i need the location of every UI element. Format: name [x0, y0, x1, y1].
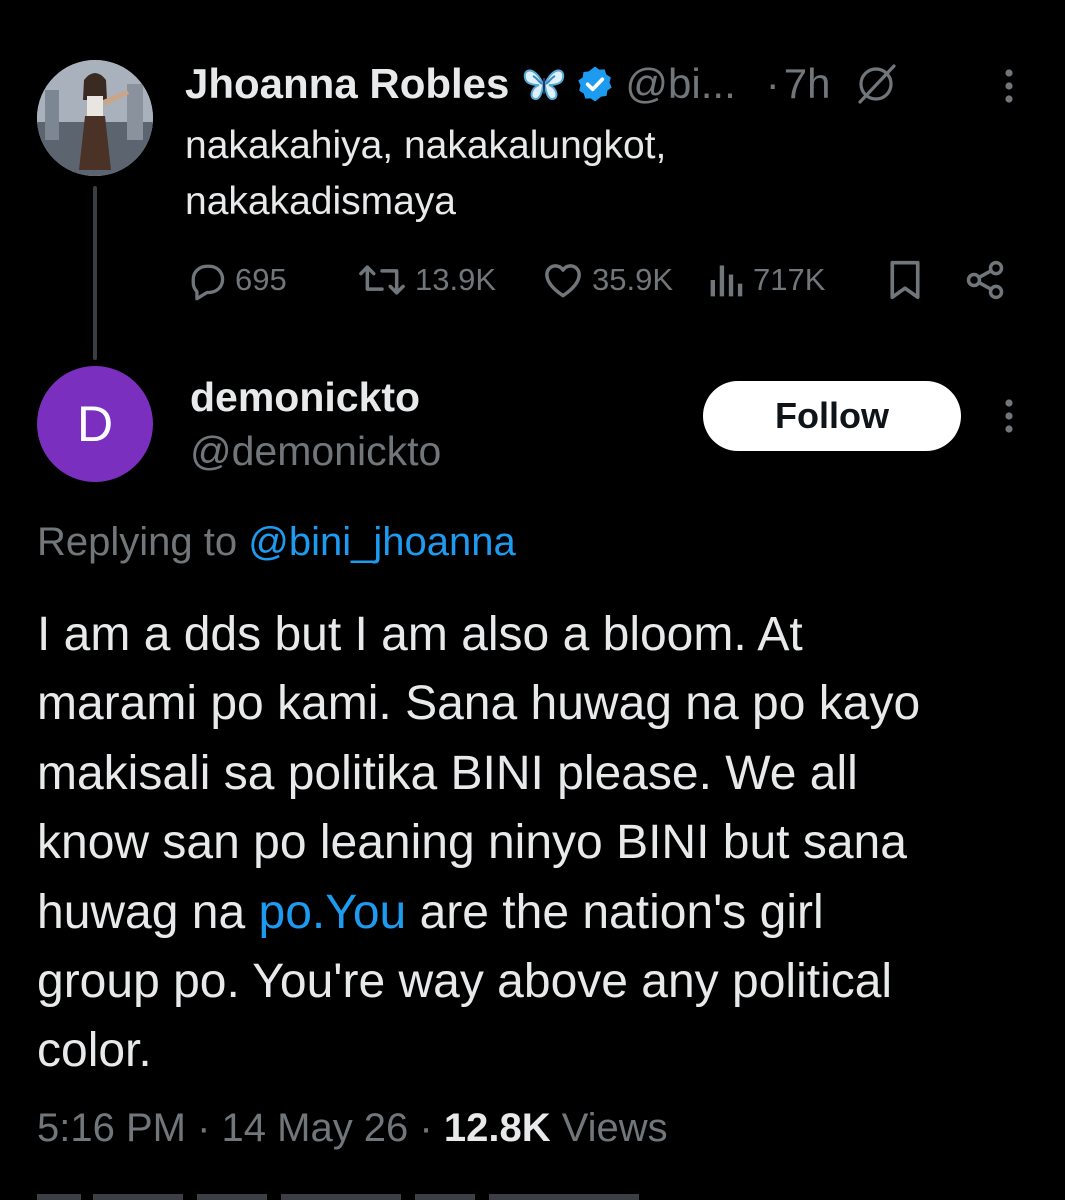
share-icon [966, 260, 1004, 300]
parent-tweet-text: nakakahiya, nakakalungkot, nakakadismaya [185, 118, 945, 230]
verified-badge-icon [578, 66, 613, 102]
reply-count: 695 [235, 262, 287, 297]
parent-avatar[interactable] [37, 60, 153, 176]
reply-text-fragment: huwag na [37, 885, 259, 939]
reply-text-line: marami po kami. Sana huwag na po kayo [37, 677, 921, 731]
bookmark-icon [890, 260, 920, 300]
meta-separator: · [185, 1106, 222, 1150]
reply-text-line: color. [37, 1024, 152, 1078]
action-bar: 695 13.9K 35.9K 717K [185, 252, 1015, 308]
reply-text-line: group po. You're way above any political [37, 955, 893, 1009]
reply-button[interactable]: 695 [185, 252, 287, 308]
reply-text-fragment: are the nation's girl [406, 885, 824, 939]
reply-text-line: know san po leaning ninyo BINI but sana [37, 816, 907, 870]
share-button[interactable] [963, 252, 1013, 308]
parent-timestamp[interactable]: 7h [784, 60, 831, 108]
heart-icon [545, 264, 581, 298]
views-button[interactable]: 717K [707, 252, 825, 308]
reply-tweet-text: I am a dds but I am also a bloom. At mar… [37, 600, 1037, 1086]
views-count: 717K [753, 262, 826, 297]
views-chart-icon [710, 265, 743, 297]
avatar-letter: D [76, 396, 114, 452]
repost-count: 13.9K [415, 262, 497, 297]
parent-text-line: nakakahiya, nakakalungkot, [185, 124, 667, 167]
cut-off-text-row [37, 1194, 639, 1200]
more-options-icon[interactable] [998, 396, 1020, 436]
parent-author-name[interactable]: Jhoanna Robles [185, 60, 509, 108]
like-button[interactable]: 35.9K [540, 252, 673, 308]
replying-prefix: Replying to [37, 520, 249, 564]
repost-button[interactable]: 13.9K [355, 252, 496, 308]
grok-icon[interactable] [852, 60, 900, 108]
avatar-photo-icon [37, 60, 153, 176]
parent-text-line: nakakadismaya [185, 180, 456, 223]
thread-line [93, 186, 97, 360]
separator-dot: · [765, 60, 780, 107]
reply-avatar[interactable]: D [37, 366, 153, 482]
reply-text-line: makisali sa politika BINI please. We all [37, 746, 858, 800]
repost-icon [359, 265, 405, 295]
reply-text-line: huwag na po.You are the nation's girl [37, 878, 1037, 947]
follow-button[interactable]: Follow [703, 381, 961, 451]
parent-header: Jhoanna Robles @bi... · 7h [185, 56, 1015, 112]
replying-mention-link[interactable]: @bini_jhoanna [248, 520, 515, 564]
inline-link[interactable]: po.You [259, 886, 407, 939]
tweet-meta: 5:16 PM · 14 May 26 · 12.8K Views [37, 1106, 668, 1151]
tweet-views-label: Views [550, 1106, 668, 1150]
reply-author-name[interactable]: demonickto [190, 374, 420, 421]
meta-separator: · [408, 1106, 444, 1150]
reply-icon [191, 264, 225, 301]
more-options-icon[interactable] [998, 66, 1020, 106]
bookmark-button[interactable] [885, 252, 931, 308]
tweet-date[interactable]: 14 May 26 [222, 1106, 409, 1150]
reply-text-line: I am a dds but I am also a bloom. At [37, 608, 803, 661]
tweet-time[interactable]: 5:16 PM [37, 1106, 186, 1150]
butterfly-icon [524, 69, 565, 101]
like-count: 35.9K [592, 262, 674, 297]
replying-to: Replying to @bini_jhoanna [37, 520, 516, 565]
tweet-views-count: 12.8K [443, 1106, 551, 1150]
parent-author-handle[interactable]: @bi... [625, 60, 735, 108]
reply-author-handle[interactable]: @demonickto [190, 428, 441, 475]
